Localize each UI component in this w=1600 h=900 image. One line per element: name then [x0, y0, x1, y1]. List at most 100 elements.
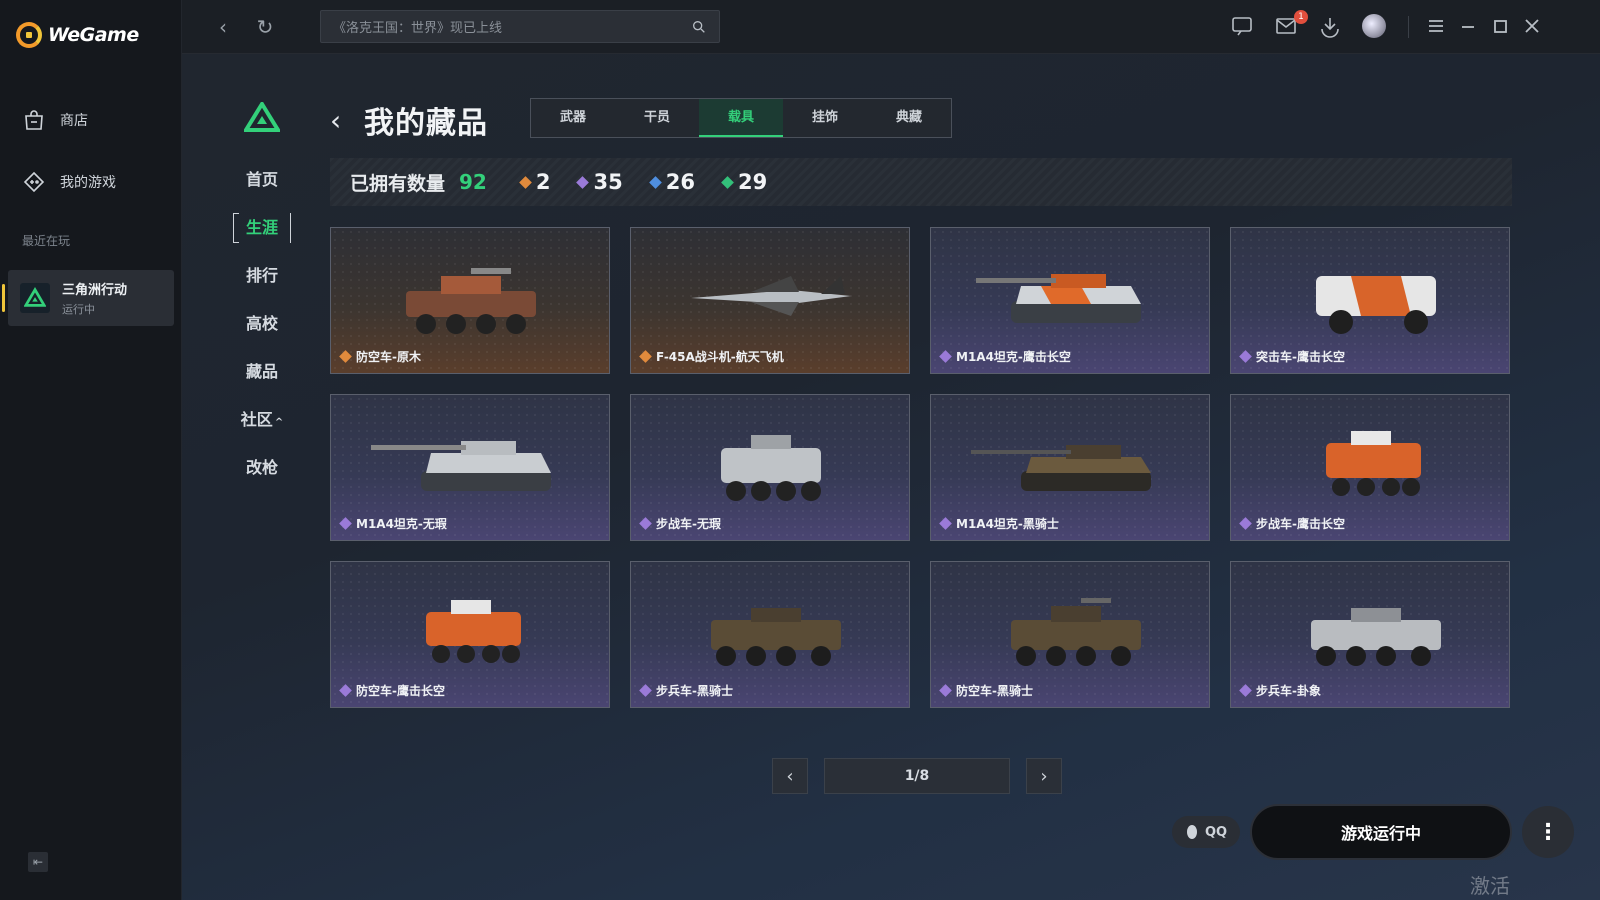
- card-name-text: 步战车-鹰击长空: [1256, 517, 1345, 531]
- qq-button[interactable]: QQ: [1172, 816, 1240, 848]
- card-name: 防空车-黑骑士: [939, 682, 1033, 699]
- recent-game-item[interactable]: 三角洲行动 运行中: [2, 270, 174, 326]
- page-indicator: 1/8: [824, 758, 1010, 794]
- card-name-text: 防空车-黑骑士: [956, 684, 1033, 698]
- vehicle-card[interactable]: 步兵车-黑骑士: [630, 561, 910, 708]
- game-running-button[interactable]: 游戏运行中: [1250, 804, 1512, 860]
- card-name: 步战车-无瑕: [639, 515, 721, 532]
- rarity-green-icon: [721, 175, 734, 189]
- subnav-ranking[interactable]: 排行: [222, 252, 302, 300]
- vehicle-card[interactable]: 步兵车-卦象: [1230, 561, 1510, 708]
- infantry-vehicle-icon: [711, 608, 841, 666]
- subnav-community-label: 社区: [240, 410, 273, 429]
- rarity-orange-icon: [639, 350, 652, 363]
- chevron-right-icon: ›: [1040, 765, 1048, 787]
- tab-vehicles[interactable]: 载具: [699, 99, 783, 137]
- mail-button[interactable]: 1: [1274, 10, 1308, 40]
- aa-vehicle-icon: [426, 600, 521, 663]
- user-avatar[interactable]: [1362, 14, 1388, 40]
- rarity-orange-icon: [339, 350, 352, 363]
- chevron-left-icon: ‹: [786, 765, 794, 787]
- collapse-sidebar-button[interactable]: ⇤: [28, 852, 48, 872]
- subnav-home[interactable]: 首页: [222, 156, 302, 204]
- subnav-college[interactable]: 高校: [222, 300, 302, 348]
- sidebar-item-shop[interactable]: 商店: [22, 108, 88, 132]
- sidebar-item-label: 商店: [60, 113, 88, 129]
- vehicle-card[interactable]: 步战车-无瑕: [630, 394, 910, 541]
- card-name: M1A4坦克-鹰击长空: [939, 348, 1071, 365]
- card-name-text: 步兵车-黑骑士: [656, 684, 733, 698]
- rarity-purple-icon: [939, 517, 952, 530]
- stat-green: 29: [721, 170, 768, 194]
- delta-force-logo-icon[interactable]: [242, 100, 282, 132]
- minimize-button[interactable]: [1456, 14, 1482, 40]
- vehicle-card[interactable]: 突击车-鹰击长空: [1230, 227, 1510, 374]
- tab-pendants[interactable]: 挂饰: [783, 99, 867, 137]
- back-arrow-icon[interactable]: ‹: [330, 104, 354, 137]
- vehicle-card[interactable]: 步战车-鹰击长空: [1230, 394, 1510, 541]
- rarity-orange-icon: [518, 175, 532, 189]
- divider: [1408, 16, 1409, 38]
- search-icon[interactable]: [691, 19, 707, 35]
- shop-bag-icon: [25, 110, 43, 130]
- mail-badge: 1: [1294, 10, 1308, 24]
- vehicle-card[interactable]: 防空车-鹰击长空: [330, 561, 610, 708]
- top-bar: ‹ ↻ 《洛克王国：世界》现已上线 1: [182, 0, 1600, 54]
- vehicle-card[interactable]: F-45A战斗机-航天飞机: [630, 227, 910, 374]
- tank-icon: [971, 445, 1151, 491]
- windows-activation-watermark: 激活 Windows: [1470, 874, 1559, 900]
- wegame-logo[interactable]: WeGame: [16, 22, 139, 48]
- collection-tabs: 武器 干员 载具 挂饰 典藏: [530, 98, 952, 138]
- tab-collectibles[interactable]: 典藏: [867, 99, 951, 137]
- rarity-purple-icon: [1239, 684, 1252, 697]
- game-sub-nav: 首页 生涯 排行 高校 藏品 社区 ^ 改枪: [222, 94, 302, 492]
- card-name-text: 突击车-鹰击长空: [1256, 350, 1345, 364]
- stat-orange: 2: [518, 170, 550, 194]
- back-button[interactable]: ‹: [210, 14, 236, 40]
- card-name: 步兵车-黑骑士: [639, 682, 733, 699]
- subnav-gunsmith[interactable]: 改枪: [222, 444, 302, 492]
- subnav-community[interactable]: 社区 ^: [222, 396, 302, 444]
- owned-label: 已拥有数量: [350, 172, 446, 195]
- delta-force-icon: [20, 283, 50, 313]
- subnav-career[interactable]: 生涯: [222, 204, 302, 252]
- download-icon: [1321, 18, 1339, 38]
- vehicle-card[interactable]: 防空车-原木: [330, 227, 610, 374]
- game-controller-icon: [23, 171, 45, 193]
- pagination: ‹ 1/8 ›: [772, 758, 1062, 794]
- refresh-button[interactable]: ↻: [252, 14, 278, 40]
- chevron-left-icon: ‹: [219, 15, 227, 39]
- card-name: 步兵车-卦象: [1239, 682, 1321, 699]
- prev-page-button[interactable]: ‹: [772, 758, 808, 794]
- vehicle-card[interactable]: M1A4坦克-鹰击长空: [930, 227, 1210, 374]
- rarity-purple-icon: [939, 350, 952, 363]
- vehicle-card[interactable]: 防空车-黑骑士: [930, 561, 1210, 708]
- maximize-button[interactable]: [1488, 14, 1514, 40]
- rarity-purple-icon: [939, 684, 952, 697]
- more-vertical-icon: ⋮: [1537, 819, 1559, 845]
- card-name-text: M1A4坦克-无瑕: [356, 517, 447, 531]
- sidebar-item-my-games[interactable]: 我的游戏: [22, 170, 116, 194]
- close-button[interactable]: [1520, 14, 1546, 40]
- download-button[interactable]: [1318, 14, 1344, 40]
- page-header: ‹ 我的藏品: [330, 98, 488, 142]
- menu-icon: [1429, 20, 1443, 32]
- rarity-purple-icon: [1239, 517, 1252, 530]
- menu-button[interactable]: [1424, 14, 1450, 40]
- stat-green-value: 29: [737, 170, 768, 194]
- card-name-text: 防空车-鹰击长空: [356, 684, 445, 698]
- subnav-collection[interactable]: 藏品: [222, 348, 302, 396]
- more-options-button[interactable]: ⋮: [1522, 806, 1574, 858]
- card-name: F-45A战斗机-航天飞机: [639, 348, 784, 365]
- ifv-icon: [1326, 431, 1421, 496]
- tab-operators[interactable]: 干员: [615, 99, 699, 137]
- vehicle-card[interactable]: M1A4坦克-黑骑士: [930, 394, 1210, 541]
- search-input[interactable]: 《洛克王国：世界》现已上线: [320, 10, 720, 43]
- chat-button[interactable]: [1230, 14, 1256, 40]
- card-name: M1A4坦克-无瑕: [339, 515, 447, 532]
- tab-weapons[interactable]: 武器: [531, 99, 615, 137]
- vehicle-card[interactable]: M1A4坦克-无瑕: [330, 394, 610, 541]
- next-page-button[interactable]: ›: [1026, 758, 1062, 794]
- qq-penguin-icon: [1186, 825, 1197, 839]
- rarity-purple-icon: [639, 684, 652, 697]
